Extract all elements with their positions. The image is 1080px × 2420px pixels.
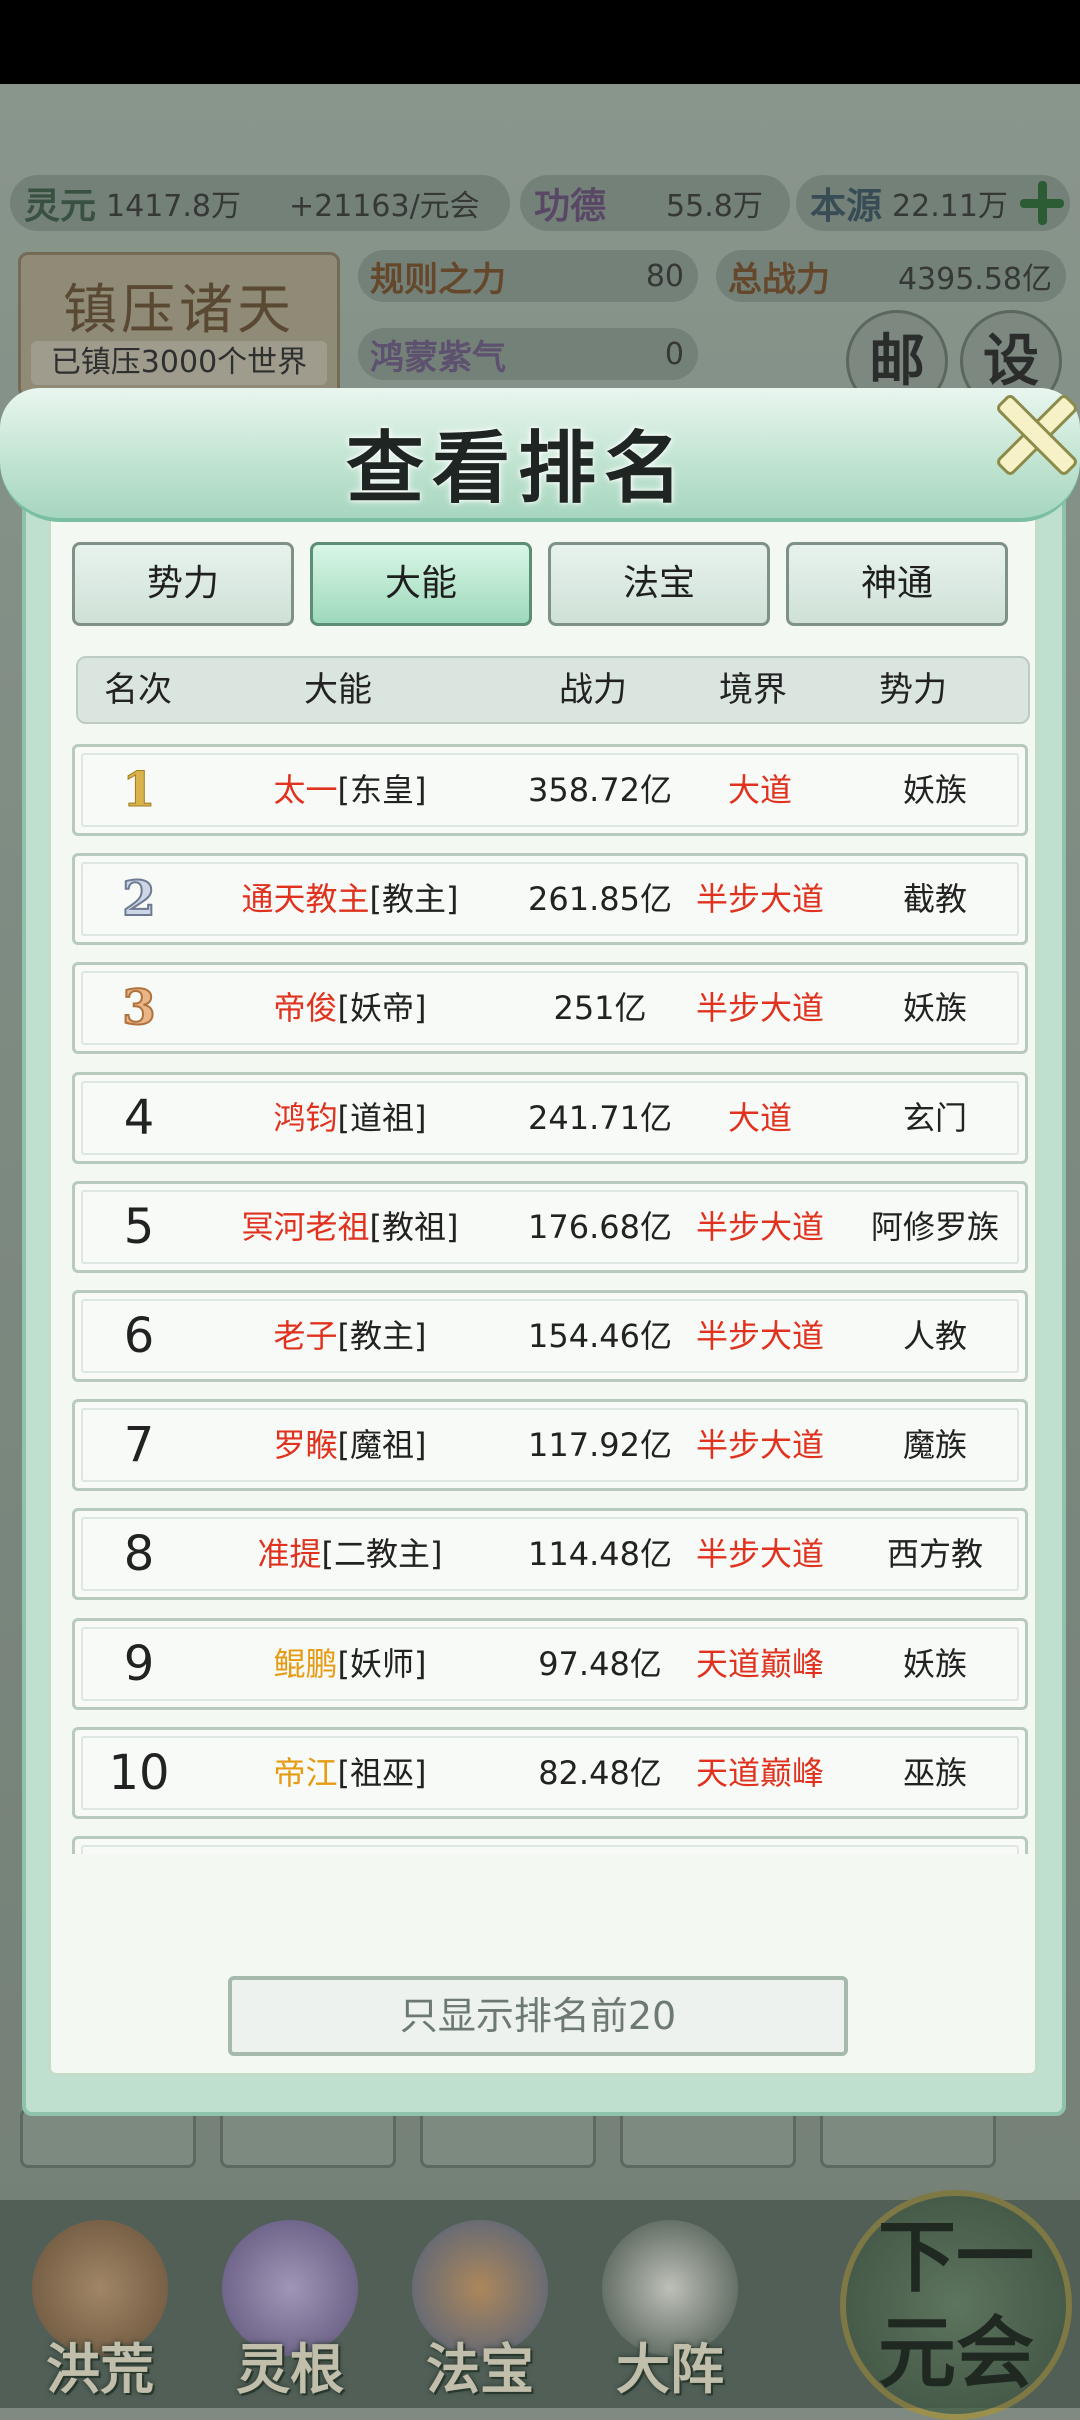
name-cell: 通天教主[教主] (195, 856, 505, 942)
realm-cell: 半步大道 (695, 989, 824, 1028)
rank-cell: 9 (123, 1635, 155, 1692)
table-row[interactable]: 2 通天教主[教主] 261.85亿 半步大道 截教 (72, 853, 1028, 946)
header-rank: 名次 (104, 670, 172, 710)
character-name: 老子 (273, 1317, 338, 1355)
character-title: [教主] (337, 1317, 427, 1355)
name-cell: 太一[东皇] (195, 747, 505, 833)
table-row[interactable]: 4 鸿钧[道祖] 241.71亿 大道 玄门 (72, 1071, 1028, 1164)
faction-cell: 巫族 (902, 1753, 967, 1792)
table-row[interactable]: 10 帝江[祖巫] 82.48亿 天道巅峰 巫族 (72, 1726, 1028, 1819)
character-name: 帝俊 (273, 989, 338, 1028)
faction-cell: 截教 (902, 880, 967, 919)
rank-cell: 6 (123, 1308, 155, 1364)
name-cell: 罗睺[魔祖] (195, 1402, 505, 1488)
table-header: 名次 大能 战力 境界 势力 (76, 656, 1030, 724)
header-power: 战力 (559, 670, 627, 710)
name-cell: 帝江[祖巫] (195, 1730, 505, 1816)
realm-cell: 半步大道 (695, 1207, 824, 1246)
faction-cell: 魔族 (902, 1426, 967, 1465)
rank-cell: 3 (121, 979, 156, 1037)
faction-cell: 妖族 (902, 1644, 967, 1683)
character-title: [教主] (369, 880, 459, 919)
character-name: 冥河老祖 (241, 1207, 370, 1246)
realm-cell: 天道巅峰 (665, 1839, 855, 1854)
realm-cell: 天道巅峰 (695, 1753, 824, 1792)
name-cell: 鲲鹏[妖师] (195, 1621, 505, 1707)
character-title: [妖师] (337, 1644, 427, 1683)
character-name: 准提 (257, 1535, 322, 1574)
realm-cell: 大道 (727, 771, 792, 809)
rank-cell: 10 (108, 1744, 170, 1801)
realm-cell: 半步大道 (695, 880, 824, 919)
table-row[interactable]: 7 罗睺[魔祖] 117.92亿 半步大道 魔族 (72, 1399, 1028, 1492)
faction-cell: 玄门 (902, 1098, 967, 1137)
character-title: [祖巫] (337, 1753, 427, 1792)
character-name: 太一 (273, 771, 338, 809)
realm-cell: 半步大道 (695, 1317, 824, 1355)
character-title: [妖帝] (337, 989, 427, 1028)
ranking-list[interactable]: 1 太一[东皇] 358.72亿 大道 妖族 2 通天教主[教主] 261.85亿 半步大道 截教… (72, 744, 1032, 1854)
modal-header: 查看排名 (0, 388, 1080, 522)
rank-cell: 2 (121, 870, 156, 928)
character-name: 鲲鹏 (273, 1644, 338, 1683)
character-title: [东皇] (337, 771, 427, 809)
table-row[interactable]: 5 冥河老祖[教祖] 176.68亿 半步大道 阿修罗族 (72, 1180, 1028, 1273)
faction-cell: 人教 (902, 1317, 967, 1355)
rank-cell: 5 (123, 1198, 155, 1255)
rank-cell: 7 (123, 1417, 155, 1474)
name-cell: 老子[教主] (195, 1293, 505, 1379)
faction-cell: 妖族 (902, 771, 967, 809)
table-row[interactable]: 6 老子[教主] 154.46亿 半步大道 人教 (72, 1290, 1028, 1382)
realm-cell: 半步大道 (695, 1426, 824, 1465)
ranking-modal: 查看排名 势力 大能 法宝 神通 名次 大能 战力 境界 势力 1 太一[东皇] 3… (0, 388, 1080, 2116)
character-title: [二教主] (321, 1535, 443, 1574)
table-row[interactable]: 11共工[祖巫]78.11亿天道巅峰巫族 (72, 1836, 1028, 1854)
table-row[interactable]: 3 帝俊[妖帝] 251亿 半步大道 妖族 (72, 962, 1028, 1055)
header-name: 大能 (304, 670, 372, 710)
rank-cell: 11 (79, 1839, 199, 1854)
rank-cell: 8 (123, 1526, 155, 1583)
name-cell: 共工[祖巫] (195, 1839, 505, 1854)
status-bar (0, 0, 1080, 84)
tab-daneng[interactable]: 大能 (310, 542, 532, 626)
realm-cell: 大道 (727, 1098, 792, 1137)
faction-cell: 妖族 (902, 989, 967, 1028)
realm-cell: 天道巅峰 (695, 1644, 824, 1683)
ranking-tabs: 势力 大能 法宝 神通 (72, 542, 1032, 632)
character-name: 通天教主 (241, 880, 370, 919)
faction-cell: 巫族 (845, 1839, 1025, 1854)
character-title: [魔祖] (337, 1426, 427, 1465)
show-top20-button[interactable]: 只显示排名前20 (228, 1976, 848, 2056)
tab-fabao[interactable]: 法宝 (548, 542, 770, 626)
character-name: 帝江 (273, 1753, 338, 1792)
rank-cell: 1 (122, 762, 156, 819)
header-realm: 境界 (719, 670, 787, 710)
name-cell: 帝俊[妖帝] (195, 965, 505, 1051)
character-title: [道祖] (337, 1098, 427, 1137)
character-name: 鸿钧 (273, 1098, 338, 1137)
name-cell: 鸿钧[道祖] (195, 1075, 505, 1161)
tab-shili[interactable]: 势力 (72, 542, 294, 626)
faction-cell: 阿修罗族 (870, 1207, 999, 1246)
modal-title: 查看排名 (345, 423, 690, 514)
tab-shentong[interactable]: 神通 (786, 542, 1008, 626)
table-row[interactable]: 9 鲲鹏[妖师] 97.48亿 天道巅峰 妖族 (72, 1617, 1028, 1710)
name-cell: 准提[二教主] (195, 1511, 505, 1597)
header-faction: 势力 (879, 670, 947, 710)
realm-cell: 半步大道 (695, 1535, 824, 1574)
table-row[interactable]: 8 准提[二教主] 114.48亿 半步大道 西方教 (72, 1508, 1028, 1601)
character-title: [教祖] (369, 1207, 459, 1246)
name-cell: 冥河老祖[教祖] (195, 1184, 505, 1270)
faction-cell: 西方教 (886, 1535, 983, 1574)
rank-cell: 4 (123, 1089, 155, 1146)
character-name: 罗睺 (273, 1426, 338, 1465)
close-icon[interactable] (982, 382, 1080, 482)
table-row[interactable]: 1 太一[东皇] 358.72亿 大道 妖族 (72, 744, 1028, 836)
